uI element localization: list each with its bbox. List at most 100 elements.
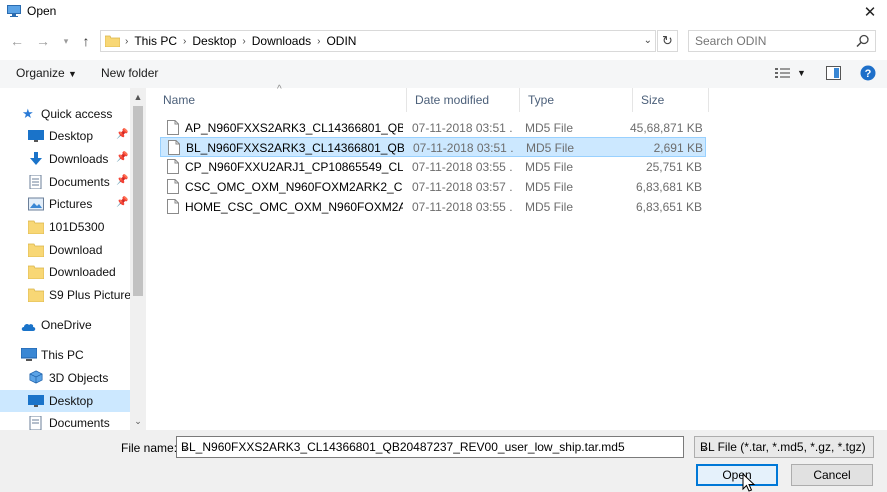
sidebar-item-pictures[interactable]: Pictures 📌 <box>0 193 130 215</box>
table-row[interactable]: AP_N960FXXS2ARK3_CL14366801_QB204... 07-… <box>160 118 706 138</box>
sidebar-item-3d-objects[interactable]: 3D Objects <box>0 367 130 389</box>
organize-button[interactable]: Organize ▼ <box>16 66 77 80</box>
file-date: 07-11-2018 03:55 ... <box>412 200 512 214</box>
forward-button[interactable]: → <box>34 32 52 50</box>
sidebar-scrollbar[interactable]: ▲ ⌄ <box>130 88 146 430</box>
refresh-icon: ↻ <box>662 33 673 48</box>
sidebar-item-quick-access[interactable]: ★ Quick access <box>0 103 130 125</box>
app-icon <box>7 5 21 17</box>
table-row[interactable]: CP_N960FXXU2ARJ1_CP10865549_CL1436... 07… <box>160 157 706 177</box>
pin-icon: 📌 <box>116 152 129 163</box>
breadcrumb: › This PC › Desktop › Downloads › ODIN <box>125 34 356 48</box>
sidebar-item-this-pc[interactable]: This PC <box>0 344 130 366</box>
close-button[interactable]: ✕ <box>853 0 887 24</box>
computer-icon <box>21 348 37 361</box>
folder-icon <box>28 288 44 302</box>
file-date: 07-11-2018 03:51 ... <box>412 121 512 135</box>
chevron-down-icon[interactable]: ⌄ <box>181 442 679 453</box>
sidebar-item-downloads[interactable]: Downloads 📌 <box>0 148 130 170</box>
recent-locations-button[interactable]: ▾ <box>57 32 75 50</box>
sidebar-item-desktop-selected[interactable]: Desktop <box>0 390 130 412</box>
open-button[interactable]: Open <box>696 464 778 486</box>
pin-icon: 📌 <box>116 197 129 208</box>
chevron-right-icon: › <box>242 35 246 47</box>
pin-icon: 📌 <box>116 129 129 140</box>
file-size: 45,68,871 KB <box>630 121 702 135</box>
sidebar-item-documents[interactable]: Documents 📌 <box>0 171 130 193</box>
preview-pane-icon[interactable] <box>826 66 841 80</box>
folder-icon <box>105 35 120 47</box>
chevron-down-icon[interactable]: ⌄ <box>644 35 652 46</box>
sidebar-item-download[interactable]: Download <box>0 239 130 261</box>
table-row-selected[interactable]: BL_N960FXXS2ARK3_CL14366801_QB2048... 07… <box>160 137 706 157</box>
file-name: CP_N960FXXU2ARJ1_CP10865549_CL1436... <box>185 160 403 174</box>
desktop-icon <box>28 395 44 407</box>
column-header-date[interactable]: Date modified <box>407 88 520 112</box>
command-bar: Organize ▼ New folder ▼ ? <box>0 60 887 88</box>
pin-icon: 📌 <box>116 175 129 186</box>
folder-icon <box>28 265 44 279</box>
title-bar: Open ✕ <box>0 0 887 24</box>
view-options-icon[interactable] <box>775 67 791 79</box>
file-name: CSC_OMC_OXM_N960FOXM2ARK2_CL14... <box>185 180 403 194</box>
chevron-down-icon[interactable]: ▼ <box>797 68 806 78</box>
help-icon[interactable]: ? <box>860 65 876 81</box>
file-name: AP_N960FXXS2ARK3_CL14366801_QB204... <box>185 121 403 135</box>
documents-icon <box>29 175 42 189</box>
file-size: 6,83,651 KB <box>635 200 702 214</box>
scrollbar-thumb[interactable] <box>133 106 143 296</box>
file-name-input[interactable]: BL_N960FXXS2ARK3_CL14366801_QB20487237_R… <box>176 436 684 458</box>
address-bar[interactable]: › This PC › Desktop › Downloads › ODIN ⌄ <box>100 30 656 52</box>
sidebar-item-downloaded[interactable]: Downloaded <box>0 261 130 283</box>
cancel-button[interactable]: Cancel <box>791 464 873 486</box>
file-type: MD5 File <box>525 180 574 194</box>
sidebar-item-s9-plus-pictures[interactable]: S9 Plus Pictures <box>0 284 137 306</box>
navigation-bar: ← → ▾ ↑ › This PC › Desktop › Downloads … <box>0 28 887 56</box>
file-date: 07-11-2018 03:55 ... <box>412 160 512 174</box>
cube-icon <box>29 370 43 384</box>
chevron-right-icon: › <box>317 35 321 47</box>
table-row[interactable]: CSC_OMC_OXM_N960FOXM2ARK2_CL14... 07-11-… <box>160 177 706 197</box>
chevron-down-icon: ⌄ <box>700 442 709 453</box>
download-arrow-icon <box>30 152 42 165</box>
up-button[interactable]: ↑ <box>77 32 95 50</box>
file-icon <box>167 159 179 174</box>
pictures-icon <box>28 197 44 211</box>
file-icon <box>167 199 179 214</box>
chevron-down-icon[interactable]: ⌄ <box>130 414 146 428</box>
folder-icon <box>28 220 44 234</box>
search-icon <box>856 34 869 48</box>
search-box[interactable] <box>688 30 876 52</box>
back-button[interactable]: ← <box>8 32 26 50</box>
sidebar-item-onedrive[interactable]: OneDrive <box>0 314 130 336</box>
column-header-type[interactable]: Type <box>520 88 633 112</box>
sidebar-item-documents-2[interactable]: Documents <box>0 412 130 430</box>
chevron-right-icon: › <box>183 35 187 47</box>
chevron-down-icon: ▾ <box>63 35 69 46</box>
folder-icon <box>28 243 44 257</box>
breadcrumb-desktop[interactable]: Desktop <box>192 34 236 48</box>
star-icon: ★ <box>22 106 34 121</box>
search-input[interactable] <box>695 33 845 49</box>
file-date: 07-11-2018 03:57 ... <box>412 180 512 194</box>
file-name-label: File name: <box>121 441 178 455</box>
table-row[interactable]: HOME_CSC_OMC_OXM_N960FOXM2AR... 07-11-20… <box>160 197 706 217</box>
breadcrumb-odin[interactable]: ODIN <box>326 34 356 48</box>
chevron-down-icon: ▼ <box>68 69 77 79</box>
breadcrumb-downloads[interactable]: Downloads <box>252 34 311 48</box>
chevron-up-icon[interactable]: ▲ <box>130 90 146 104</box>
cloud-icon <box>21 323 36 331</box>
refresh-button[interactable]: ↻ <box>657 30 678 52</box>
file-type: MD5 File <box>525 121 574 135</box>
documents-icon <box>29 416 42 430</box>
column-header-name[interactable]: Name <box>155 88 407 112</box>
column-header-size[interactable]: Size <box>633 88 709 112</box>
navigation-pane: ★ Quick access Desktop 📌 Downloads 📌 Doc… <box>0 88 146 430</box>
sidebar-item-desktop[interactable]: Desktop 📌 <box>0 125 130 147</box>
arrow-right-icon: → <box>36 33 50 49</box>
new-folder-button[interactable]: New folder <box>101 66 158 80</box>
sidebar-item-101d5300[interactable]: 101D5300 <box>0 216 130 238</box>
file-name: HOME_CSC_OMC_OXM_N960FOXM2AR... <box>185 200 403 214</box>
file-type-select[interactable]: BL File (*.tar, *.md5, *.gz, *.tgz) ⌄ <box>694 436 874 458</box>
breadcrumb-this-pc[interactable]: This PC <box>134 34 177 48</box>
